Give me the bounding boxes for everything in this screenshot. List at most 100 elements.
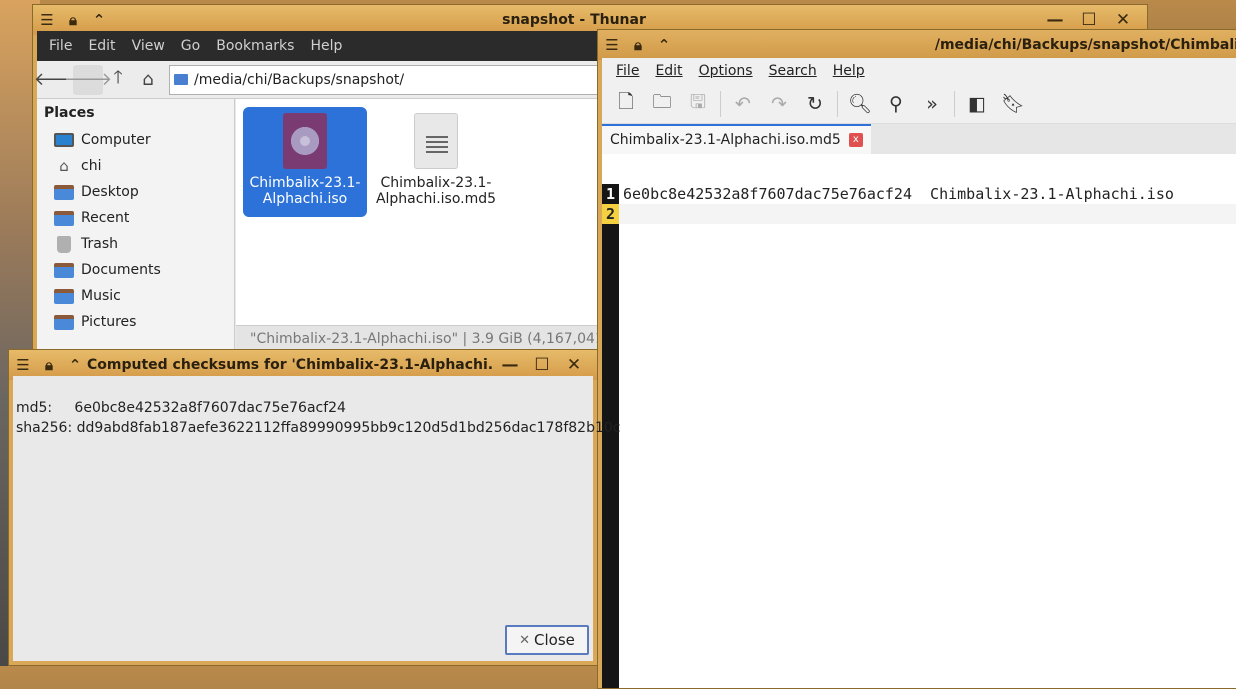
maximize-icon[interactable]: ☐ bbox=[527, 353, 557, 377]
pin-icon[interactable]: 🔒︎ bbox=[37, 353, 61, 377]
menu-bookmarks[interactable]: Bookmarks bbox=[208, 38, 302, 54]
file-name-line2: Alphachi.iso bbox=[262, 191, 348, 207]
shade-icon[interactable]: ⌃ bbox=[652, 33, 676, 57]
file-name-line2: Alphachi.iso.md5 bbox=[375, 191, 497, 207]
menu-file[interactable]: File bbox=[608, 63, 647, 79]
new-document-icon[interactable]: 🗋 bbox=[608, 88, 644, 120]
bookmark-icon[interactable]: 🔖︎ bbox=[995, 88, 1031, 120]
save-icon[interactable]: 🖫 bbox=[680, 88, 716, 120]
sidebar-item-desktop[interactable]: Desktop bbox=[37, 179, 234, 205]
window-title: snapshot - Thunar bbox=[502, 12, 646, 28]
window-title: /media/chi/Backups/snapshot/Chimbalix bbox=[934, 37, 1236, 53]
sidebar-toggle-icon[interactable]: ◧ bbox=[959, 88, 995, 120]
window-menu-icon[interactable]: ☰ bbox=[11, 353, 35, 377]
folder-documents-icon bbox=[54, 262, 74, 278]
code-line-current[interactable] bbox=[619, 204, 1236, 224]
sidebar-item-label: chi bbox=[81, 158, 102, 174]
thunar-navbar: 🡐 🡒 🡑 ⌂ /media/chi/Backups/snapshot/ bbox=[34, 61, 599, 99]
sidebar-item-label: Computer bbox=[81, 132, 151, 148]
toolbar-separator bbox=[720, 90, 721, 117]
more-chevron-icon[interactable]: » bbox=[914, 88, 950, 120]
sidebar-item-label: Recent bbox=[81, 210, 130, 226]
md5-label: md5: bbox=[16, 400, 53, 416]
mousepad-titlebar[interactable]: ☰ 🔒︎ ⌃ /media/chi/Backups/snapshot/Chimb… bbox=[598, 30, 1236, 60]
line-number: 1 bbox=[605, 185, 616, 203]
mousepad-tabbar: Chimbalix-23.1-Alphachi.iso.md5 x bbox=[602, 124, 1236, 154]
folder-icon bbox=[54, 184, 74, 200]
computer-icon bbox=[54, 133, 74, 147]
location-path: /media/chi/Backups/snapshot/ bbox=[194, 71, 405, 88]
folder-icon bbox=[174, 74, 188, 85]
sidebar-item-chi[interactable]: ⌂ chi bbox=[37, 153, 234, 179]
toolbar-separator bbox=[837, 90, 838, 117]
forward-arrow-icon[interactable]: 🡒 bbox=[64, 64, 112, 95]
sha256-value: dd9abd8fab187aefe3622112ffa89990995bb9c1… bbox=[76, 420, 621, 436]
sidebar-item-music[interactable]: Music bbox=[37, 283, 234, 309]
folder-recent-icon bbox=[54, 210, 74, 226]
code-line[interactable]: 6e0bc8e42532a8f7607dac75e76acf24 Chimbal… bbox=[623, 184, 1174, 204]
pin-icon[interactable]: 🔒︎ bbox=[61, 8, 85, 32]
tab-label: Chimbalix-23.1-Alphachi.iso.md5 bbox=[610, 132, 841, 148]
sidebar-item-recent[interactable]: Recent bbox=[37, 205, 234, 231]
pin-icon[interactable]: 🔒︎ bbox=[626, 33, 650, 57]
checksum-text: md5: 6e0bc8e42532a8f7607dac75e76acf24 sh… bbox=[16, 398, 620, 438]
menu-help[interactable]: Help bbox=[825, 63, 873, 79]
sidebar-item-label: Documents bbox=[81, 262, 161, 278]
tab-close-icon[interactable]: x bbox=[848, 133, 863, 147]
sidebar-item-documents[interactable]: Documents bbox=[37, 257, 234, 283]
md5-value: 6e0bc8e42532a8f7607dac75e76acf24 bbox=[74, 400, 346, 416]
mousepad-menubar: File Edit Options Search Help bbox=[602, 58, 1236, 84]
mousepad-window: ☰ 🔒︎ ⌃ /media/chi/Backups/snapshot/Chimb… bbox=[597, 29, 1236, 689]
close-icon[interactable]: ✕ bbox=[559, 353, 589, 377]
location-input[interactable]: /media/chi/Backups/snapshot/ bbox=[169, 64, 599, 95]
folder-music-icon bbox=[54, 288, 74, 304]
thunar-menubar: File Edit View Go Bookmarks Help bbox=[37, 31, 599, 61]
close-x-icon: ✕ bbox=[519, 632, 531, 648]
file-view: Chimbalix-23.1- Alphachi.iso Chimbalix-2… bbox=[236, 99, 599, 325]
menu-search[interactable]: Search bbox=[761, 63, 825, 79]
redo-icon[interactable]: ↷ bbox=[761, 88, 797, 120]
toolbar-separator bbox=[954, 90, 955, 117]
text-editor[interactable]: 1 2 6e0bc8e42532a8f7607dac75e76acf24 Chi… bbox=[602, 184, 1236, 688]
places-sidebar: Places Computer ⌂ chi Desktop Recent Tra… bbox=[37, 99, 235, 353]
sidebar-item-trash[interactable]: Trash bbox=[37, 231, 234, 257]
undo-icon[interactable]: ↶ bbox=[725, 88, 761, 120]
window-menu-icon[interactable]: ☰ bbox=[35, 8, 59, 32]
shade-icon[interactable]: ⌃ bbox=[63, 353, 87, 377]
sidebar-item-label: Desktop bbox=[81, 184, 139, 200]
search-replace-icon[interactable]: ⚲ bbox=[878, 88, 914, 120]
reload-icon[interactable]: ↻ bbox=[797, 88, 833, 120]
places-heading: Places bbox=[44, 105, 95, 121]
line-number-current: 2 bbox=[602, 204, 619, 224]
dialog-title: Computed checksums for 'Chimbalix-23.1-A… bbox=[87, 357, 493, 373]
close-button-label: Close bbox=[534, 631, 575, 649]
disc-image-icon bbox=[283, 113, 327, 169]
sidebar-item-label: Music bbox=[81, 288, 121, 304]
file-name-line1: Chimbalix-23.1- bbox=[380, 175, 492, 191]
menu-view[interactable]: View bbox=[124, 38, 173, 54]
minimize-icon[interactable]: — bbox=[495, 353, 525, 377]
search-icon[interactable]: 🔍︎ bbox=[842, 88, 878, 120]
menu-edit[interactable]: Edit bbox=[647, 63, 690, 79]
menu-go[interactable]: Go bbox=[173, 38, 208, 54]
sidebar-item-computer[interactable]: Computer bbox=[37, 127, 234, 153]
up-arrow-icon[interactable]: 🡑 bbox=[103, 65, 133, 95]
home-nav-icon[interactable]: ⌂ bbox=[133, 65, 163, 95]
open-folder-icon[interactable]: 🗀 bbox=[644, 88, 680, 120]
folder-pictures-icon bbox=[54, 314, 74, 330]
tab-md5-file[interactable]: Chimbalix-23.1-Alphachi.iso.md5 x bbox=[602, 124, 871, 154]
menu-options[interactable]: Options bbox=[691, 63, 761, 79]
file-name-line1: Chimbalix-23.1- bbox=[249, 175, 361, 191]
file-item-md5[interactable]: Chimbalix-23.1- Alphachi.iso.md5 bbox=[374, 107, 498, 217]
close-button[interactable]: ✕ Close bbox=[505, 625, 589, 655]
home-icon: ⌂ bbox=[59, 157, 69, 175]
sidebar-item-pictures[interactable]: Pictures bbox=[37, 309, 234, 335]
shade-icon[interactable]: ⌃ bbox=[87, 8, 111, 32]
menu-help[interactable]: Help bbox=[302, 38, 350, 54]
window-menu-icon[interactable]: ☰ bbox=[600, 33, 624, 57]
sidebar-item-label: Trash bbox=[81, 236, 118, 252]
menu-file[interactable]: File bbox=[41, 38, 80, 54]
menu-edit[interactable]: Edit bbox=[80, 38, 123, 54]
checksum-dialog: ☰ 🔒︎ ⌃ Computed checksums for 'Chimbalix… bbox=[8, 349, 620, 666]
file-item-iso[interactable]: Chimbalix-23.1- Alphachi.iso bbox=[243, 107, 367, 217]
